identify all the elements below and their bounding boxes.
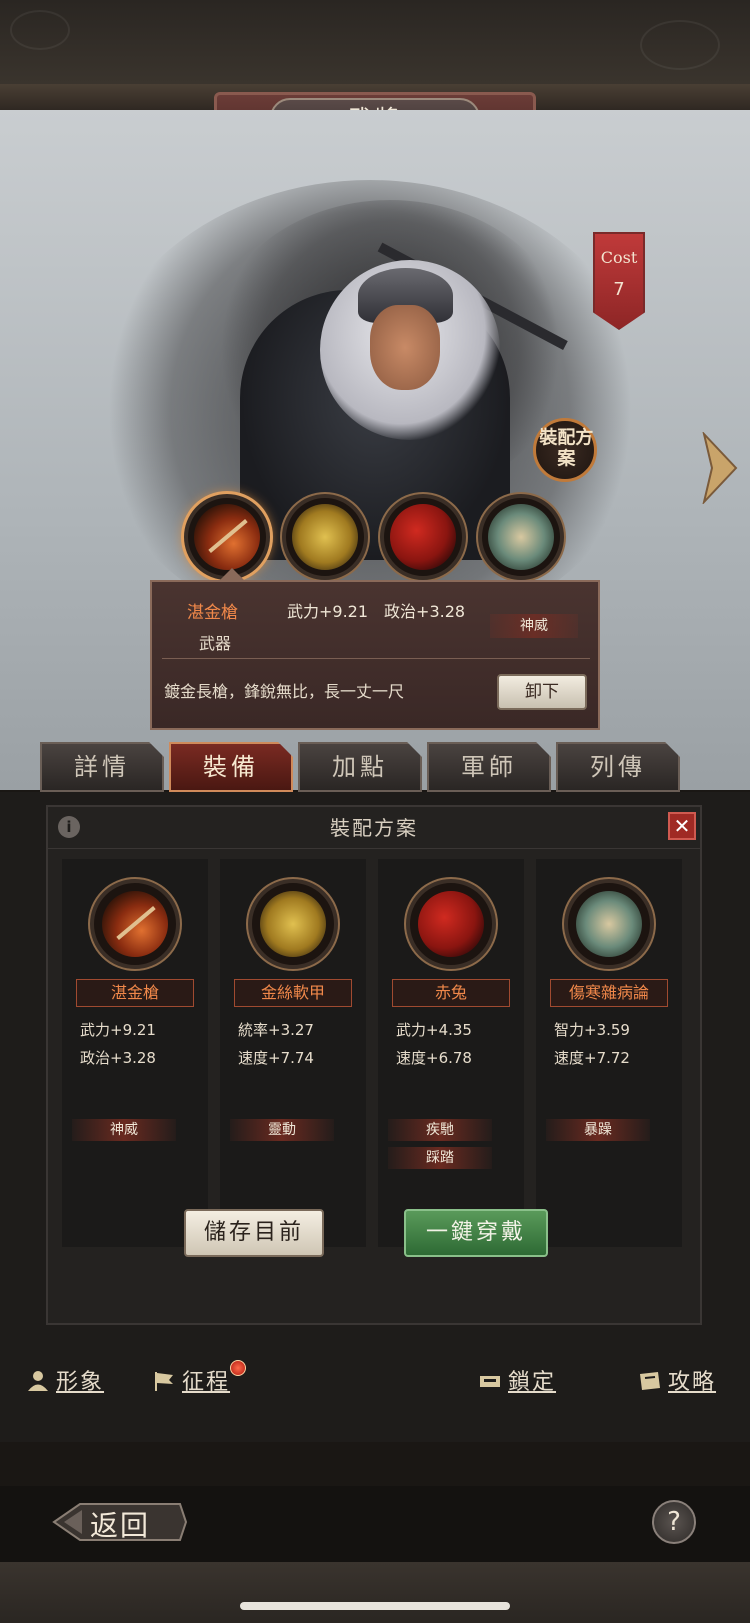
info-icon[interactable]: i xyxy=(58,816,80,838)
item-info-card: 湛金槍 武器 武力+9.21 政治+3.28 神威 鍍金長槍，鋒銳無比，長一丈一… xyxy=(150,568,600,730)
scheme-item-name: 赤兔 xyxy=(392,979,510,1007)
panel-header: 裝配方案 i ✕ xyxy=(48,807,700,849)
panel-title: 裝配方案 xyxy=(330,816,418,840)
divider xyxy=(162,658,590,659)
scheme-item-stat: 政治+3.28 xyxy=(80,1049,156,1067)
equip-slot-treasure[interactable] xyxy=(478,494,564,580)
scheme-item-name: 金絲軟甲 xyxy=(234,979,352,1007)
scheme-item-name: 傷寒雜病論 xyxy=(550,979,668,1007)
scheme-column[interactable]: 傷寒雜病論 智力+3.59 速度+7.72 暴躁 xyxy=(536,859,682,1247)
equip-scheme-label: 裝配方案 xyxy=(539,427,594,470)
guide-label: 攻略 xyxy=(668,1370,717,1395)
scheme-column[interactable]: 湛金槍 武力+9.21 政治+3.28 神威 xyxy=(62,859,208,1247)
scheme-item-skill: 靈動 xyxy=(230,1119,334,1141)
spear-icon xyxy=(90,879,180,969)
equip-slot-armor[interactable] xyxy=(282,494,368,580)
journey-link[interactable]: 征程 xyxy=(152,1364,230,1396)
horse-icon xyxy=(390,504,456,570)
tab-advisor[interactable]: 軍師 xyxy=(427,742,551,792)
book-icon xyxy=(564,879,654,969)
armor-icon xyxy=(248,879,338,969)
spear-icon xyxy=(194,504,260,570)
scheme-item-skill: 疾馳 xyxy=(388,1119,492,1141)
cost-label: Cost xyxy=(600,248,638,267)
home-indicator[interactable] xyxy=(240,1602,510,1610)
scheme-item-stat: 智力+3.59 xyxy=(554,1021,630,1039)
scheme-item-stat: 速度+7.72 xyxy=(554,1049,630,1067)
scheme-item-skill: 踩踏 xyxy=(388,1147,492,1169)
guide-link[interactable]: 攻略 xyxy=(638,1364,716,1396)
scroll-icon xyxy=(640,1372,660,1390)
tab-equipment[interactable]: 裝備 xyxy=(169,742,293,792)
cost-banner: Cost 7 xyxy=(593,232,645,330)
tab-details[interactable]: 詳情 xyxy=(40,742,164,792)
appearance-link[interactable]: 形象 xyxy=(26,1364,104,1396)
person-icon xyxy=(28,1371,48,1391)
scheme-column[interactable]: 金絲軟甲 統率+3.27 速度+7.74 靈動 xyxy=(220,859,366,1247)
equip-scheme-panel: 裝配方案 i ✕ 湛金槍 武力+9.21 政治+3.28 神威 金絲軟甲 統率+… xyxy=(46,805,702,1325)
armor-icon xyxy=(292,504,358,570)
item-skill: 神威 xyxy=(490,614,578,638)
back-button[interactable]: 返回 xyxy=(50,1498,190,1546)
tab-bar: 詳情 裝備 加點 軍師 列傳 xyxy=(40,742,680,792)
close-button[interactable]: ✕ xyxy=(668,812,696,840)
unequip-button[interactable]: 卸下 xyxy=(497,674,587,710)
top-decor xyxy=(0,0,750,84)
cloud-decor xyxy=(10,10,70,50)
scheme-item-stat: 速度+6.78 xyxy=(396,1049,472,1067)
item-stats: 武力+9.21 政治+3.28 xyxy=(287,602,466,621)
book-art xyxy=(576,891,642,957)
item-type: 武器 xyxy=(199,634,232,653)
lock-label: 鎖定 xyxy=(508,1370,557,1395)
back-label: 返回 xyxy=(90,1509,151,1542)
cloud-decor xyxy=(640,20,720,70)
item-name: 湛金槍 xyxy=(187,603,238,623)
tab-biography[interactable]: 列傳 xyxy=(556,742,680,792)
horse-art xyxy=(418,891,484,957)
card-pointer xyxy=(218,568,246,582)
tab-points[interactable]: 加點 xyxy=(298,742,422,792)
one-key-equip-button[interactable]: 一鍵穿戴 xyxy=(404,1209,548,1257)
armor-art xyxy=(260,891,326,957)
bottom-links-bar: 形象 征程 鎖定 攻略 xyxy=(0,1352,750,1442)
scheme-item-skill: 暴躁 xyxy=(546,1119,650,1141)
flag-icon xyxy=(155,1372,173,1391)
book-icon xyxy=(488,504,554,570)
equip-slot-mount[interactable] xyxy=(380,494,466,580)
bottom-decor xyxy=(0,1562,750,1623)
journey-label: 征程 xyxy=(182,1370,231,1395)
hero-face xyxy=(370,305,440,390)
scheme-item-stat: 武力+9.21 xyxy=(80,1021,156,1039)
lock-icon xyxy=(480,1376,500,1387)
scheme-item-stat: 速度+7.74 xyxy=(238,1049,314,1067)
item-description: 鍍金長槍，鋒銳無比，長一丈一尺 xyxy=(164,682,405,701)
lock-link[interactable]: 鎖定 xyxy=(478,1364,556,1396)
scheme-item-stat: 武力+4.35 xyxy=(396,1021,472,1039)
scheme-item-name: 湛金槍 xyxy=(76,979,194,1007)
notification-dot xyxy=(230,1360,246,1376)
scheme-item-skill: 神威 xyxy=(72,1119,176,1141)
cost-value: 7 xyxy=(613,279,625,300)
spear-art xyxy=(102,891,168,957)
help-button[interactable]: ? xyxy=(652,1500,696,1544)
scheme-column[interactable]: 赤兔 武力+4.35 速度+6.78 疾馳 踩踏 xyxy=(378,859,524,1247)
save-current-button[interactable]: 儲存目前 xyxy=(184,1209,324,1257)
scheme-item-stat: 統率+3.27 xyxy=(238,1021,314,1039)
next-hero-arrow-icon[interactable] xyxy=(702,432,738,504)
horse-icon xyxy=(406,879,496,969)
appearance-label: 形象 xyxy=(56,1370,105,1395)
